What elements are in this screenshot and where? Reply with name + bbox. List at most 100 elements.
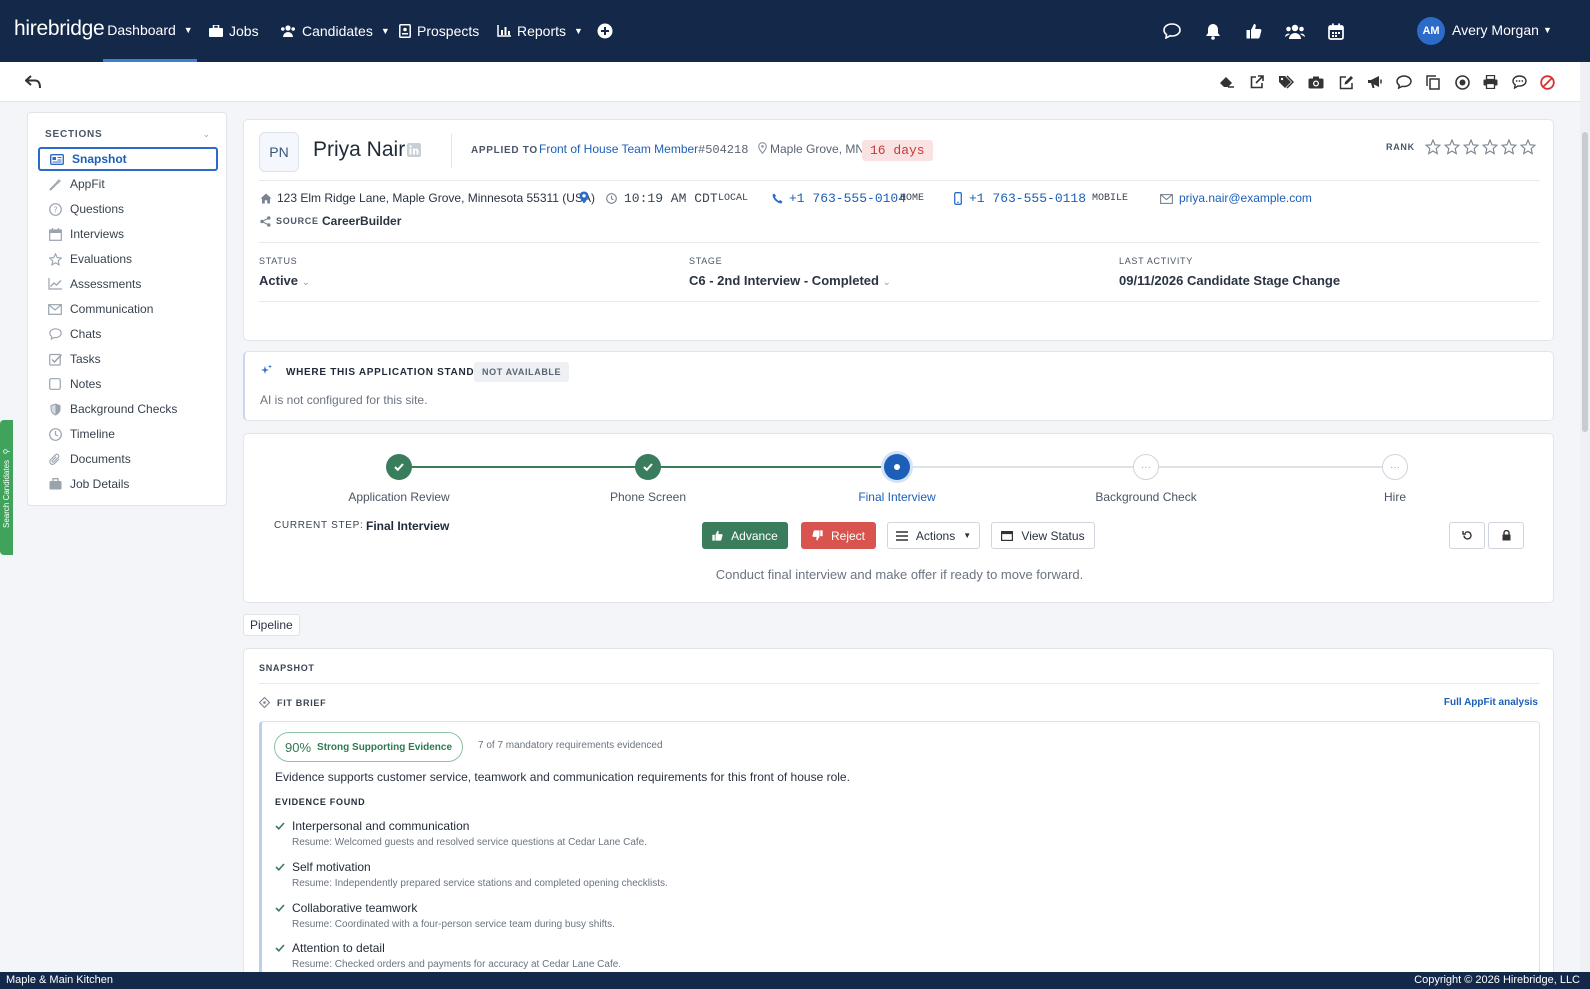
reject-button-label: Reject [830, 528, 865, 543]
sidebar-item-job-details[interactable]: Job Details [38, 472, 218, 496]
sidebar-item-evaluations[interactable]: Evaluations [38, 247, 218, 271]
actions-dropdown-button[interactable]: Actions ▼ [887, 522, 980, 549]
chevron-down-icon: ▼ [380, 26, 390, 36]
sidebar-item-communication[interactable]: Communication [38, 297, 218, 321]
stage-dropdown[interactable]: C6 - 2nd Interview - Completed ⌄ [689, 273, 891, 288]
rank-star-4[interactable] [1482, 139, 1498, 155]
current-step-value: Final Interview [366, 519, 450, 533]
chevron-down-icon[interactable]: ⌄ [202, 129, 210, 140]
list-icon [895, 530, 908, 541]
divider [259, 180, 1540, 181]
nav-reports[interactable]: Reports ▼ [497, 0, 583, 62]
step-hire-pending[interactable]: ··· [1382, 454, 1408, 480]
id-card-icon [399, 24, 411, 38]
user-menu-chevron-icon[interactable]: ▼ [1543, 25, 1552, 35]
mobile-phone-link[interactable]: +1 763-555-0118 [969, 191, 1086, 206]
note-icon [48, 377, 62, 391]
search-candidates-tab[interactable]: Search Candidates ⚲ [0, 420, 13, 555]
pipeline-tab[interactable]: Pipeline [243, 614, 300, 636]
user-name[interactable]: Avery Morgan [1452, 22, 1539, 38]
step-final-interview-current[interactable] [884, 454, 910, 480]
refresh-button[interactable] [1449, 522, 1485, 549]
copy-icon[interactable] [1424, 73, 1442, 91]
advance-button[interactable]: Advance [702, 522, 788, 549]
calendar-icon[interactable] [1325, 20, 1347, 42]
step-connector-pending [898, 466, 1145, 468]
sidebar-item-chats[interactable]: Chats [38, 322, 218, 346]
comment-icon[interactable] [1510, 73, 1528, 91]
briefcase-icon [48, 477, 62, 491]
page-scrollbar[interactable] [1580, 62, 1590, 972]
edit-icon[interactable] [1337, 73, 1355, 91]
email-link[interactable]: priya.nair@example.com [1179, 191, 1312, 205]
sidebar-item-documents[interactable]: Documents [38, 447, 218, 471]
home-phone-link[interactable]: +1 763-555-0104 [789, 191, 906, 206]
chat-icon[interactable] [1395, 73, 1413, 91]
chat-icon[interactable] [1161, 20, 1183, 42]
ban-icon[interactable] [1538, 73, 1556, 91]
search-candidates-label: Search Candidates [2, 459, 11, 529]
source-label: SOURCE [276, 216, 319, 226]
sidebar-item-background-checks[interactable]: Background Checks [38, 397, 218, 421]
workflow-hint: Conduct final interview and make offer i… [715, 567, 1084, 582]
share-icon [260, 216, 271, 227]
thumbs-up-icon[interactable] [1243, 20, 1265, 42]
status-dropdown[interactable]: Active ⌄ [259, 273, 310, 288]
fit-brief-heading: FIT BRIEF [277, 698, 327, 708]
sidebar-item-tasks[interactable]: Tasks [38, 347, 218, 371]
hirebridge-logo[interactable]: hirebridge [14, 17, 105, 41]
nav-dashboard[interactable]: Dashboard ▼ [103, 0, 197, 62]
envelope-icon [48, 302, 62, 316]
avatar[interactable]: AM [1417, 17, 1445, 45]
sidebar-item-snapshot[interactable]: Snapshot [38, 147, 218, 171]
step-background-check-pending[interactable]: ··· [1133, 454, 1159, 480]
job-title-link[interactable]: Front of House Team Member [539, 142, 698, 156]
sidebar-item-notes[interactable]: Notes [38, 372, 218, 396]
nav-candidates[interactable]: Candidates ▼ [280, 0, 390, 62]
eraser-icon[interactable] [1218, 73, 1236, 91]
bar-chart-icon [497, 25, 511, 37]
bell-icon[interactable] [1202, 20, 1224, 42]
paperclip-icon [48, 452, 62, 466]
actions-button-label: Actions [915, 528, 956, 543]
chevron-down-icon: ▼ [963, 531, 972, 540]
chevron-down-icon: ▼ [183, 24, 193, 35]
fit-brief-panel: 90% Strong Supporting Evidence 7 of 7 ma… [259, 721, 1540, 989]
team-icon[interactable] [1284, 20, 1306, 42]
reject-button[interactable]: Reject [801, 522, 876, 549]
view-status-button[interactable]: View Status [991, 522, 1095, 549]
scrollbar-thumb[interactable] [1582, 132, 1588, 432]
nav-jobs[interactable]: Jobs [209, 0, 259, 62]
ai-heading: WHERE THIS APPLICATION STANDS [286, 367, 482, 378]
full-appfit-analysis-link[interactable]: Full AppFit analysis [1444, 697, 1538, 708]
step-application-review-done[interactable] [386, 454, 412, 480]
step-phone-screen-done[interactable] [635, 454, 661, 480]
sidebar-item-interviews[interactable]: Interviews [38, 222, 218, 246]
map-marker-icon[interactable] [579, 191, 589, 204]
record-icon[interactable] [1453, 73, 1471, 91]
rank-star-6[interactable] [1520, 139, 1536, 155]
evidence-detail: Resume: Independently prepared service s… [292, 878, 668, 889]
sidebar-item-questions[interactable]: ? Questions [38, 197, 218, 221]
tags-icon[interactable] [1277, 73, 1295, 91]
add-circle-icon[interactable] [594, 20, 616, 42]
rank-star-1[interactable] [1425, 139, 1441, 155]
rank-star-5[interactable] [1501, 139, 1517, 155]
rank-star-3[interactable] [1463, 139, 1479, 155]
sidebar-item-timeline[interactable]: Timeline [38, 422, 218, 446]
sidebar-item-appfit[interactable]: AppFit [38, 172, 218, 196]
fit-score-badge: 90% Strong Supporting Evidence [274, 732, 464, 762]
print-icon[interactable] [1481, 73, 1499, 91]
rank-star-2[interactable] [1444, 139, 1460, 155]
sections-heading: SECTIONS [45, 129, 103, 140]
linkedin-icon[interactable] [407, 143, 421, 157]
record-toolbar [0, 62, 1590, 102]
external-link-icon[interactable] [1248, 73, 1266, 91]
back-arrow-icon[interactable] [24, 73, 42, 91]
sidebar-item-assessments[interactable]: Assessments [38, 272, 218, 296]
nav-prospects[interactable]: Prospects [399, 0, 479, 62]
camera-icon[interactable] [1307, 73, 1325, 91]
lock-button[interactable] [1488, 522, 1524, 549]
megaphone-icon[interactable] [1366, 73, 1384, 91]
divider [259, 683, 1540, 684]
